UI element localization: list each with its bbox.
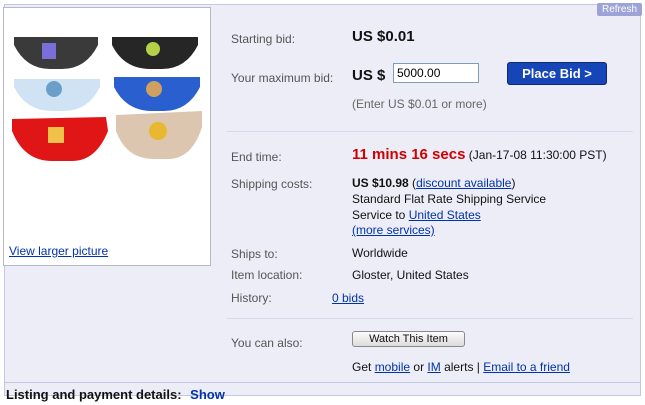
item-photo-box: View larger picture bbox=[3, 7, 211, 266]
united-states-link[interactable]: United States bbox=[409, 208, 481, 222]
bid-hint: (Enter US $0.01 or more) bbox=[352, 97, 487, 111]
starting-bid-label: Starting bid: bbox=[231, 32, 296, 46]
end-date: (Jan-17-08 11:30:00 PST) bbox=[468, 148, 607, 162]
more-services-link[interactable]: (more services) bbox=[352, 223, 435, 237]
email-friend-link[interactable]: Email to a friend bbox=[483, 360, 570, 374]
you-can-also-label: You can also: bbox=[231, 336, 303, 350]
ships-to-label: Ships to: bbox=[231, 247, 278, 261]
get-text: Get bbox=[352, 360, 372, 374]
divider bbox=[227, 131, 633, 132]
max-bid-label: Your maximum bid: bbox=[231, 71, 334, 85]
alerts-text: alerts | bbox=[444, 360, 480, 374]
history-label: History: bbox=[231, 291, 272, 305]
time-remaining: 11 mins 16 secs bbox=[352, 146, 466, 163]
currency-label: US $ bbox=[352, 67, 386, 84]
refresh-button[interactable]: Refresh bbox=[596, 3, 642, 16]
divider bbox=[4, 382, 641, 383]
shipping-cost: US $10.98 bbox=[352, 176, 409, 190]
service-to-label: Service to bbox=[352, 208, 406, 222]
ships-to-value: Worldwide bbox=[352, 246, 408, 260]
im-link[interactable]: IM bbox=[427, 360, 440, 374]
item-location-label: Item location: bbox=[231, 268, 303, 282]
item-photo[interactable] bbox=[12, 35, 202, 185]
shipping-cost-line: US $10.98 (discount available) bbox=[352, 176, 516, 190]
shipping-costs-label: Shipping costs: bbox=[231, 177, 313, 191]
item-location-value: Gloster, United States bbox=[352, 268, 469, 282]
divider bbox=[227, 318, 633, 319]
shipping-service: Standard Flat Rate Shipping Service bbox=[352, 192, 547, 206]
place-bid-button[interactable]: Place Bid > bbox=[507, 62, 607, 85]
bid-history-link[interactable]: 0 bids bbox=[332, 291, 364, 305]
max-bid-input[interactable] bbox=[393, 63, 479, 83]
or-text: or bbox=[413, 360, 425, 374]
mobile-link[interactable]: mobile bbox=[375, 360, 410, 374]
watch-item-button[interactable]: Watch This Item bbox=[352, 331, 465, 347]
end-time-value: 11 mins 16 secs (Jan-17-08 11:30:00 PST) bbox=[352, 146, 607, 163]
alerts-line: Get mobile or IM alerts | Email to a fri… bbox=[352, 360, 570, 374]
end-time-label: End time: bbox=[231, 150, 282, 164]
starting-bid-value: US $0.01 bbox=[352, 28, 415, 45]
listing-payment-details: Listing and payment details: Show bbox=[6, 387, 225, 402]
service-to-line: Service to United States bbox=[352, 208, 481, 222]
show-details-link[interactable]: Show bbox=[190, 387, 225, 402]
listing-details-label: Listing and payment details: bbox=[6, 387, 182, 402]
discount-available-link[interactable]: discount available bbox=[416, 176, 511, 190]
view-larger-picture-link[interactable]: View larger picture bbox=[9, 244, 108, 258]
